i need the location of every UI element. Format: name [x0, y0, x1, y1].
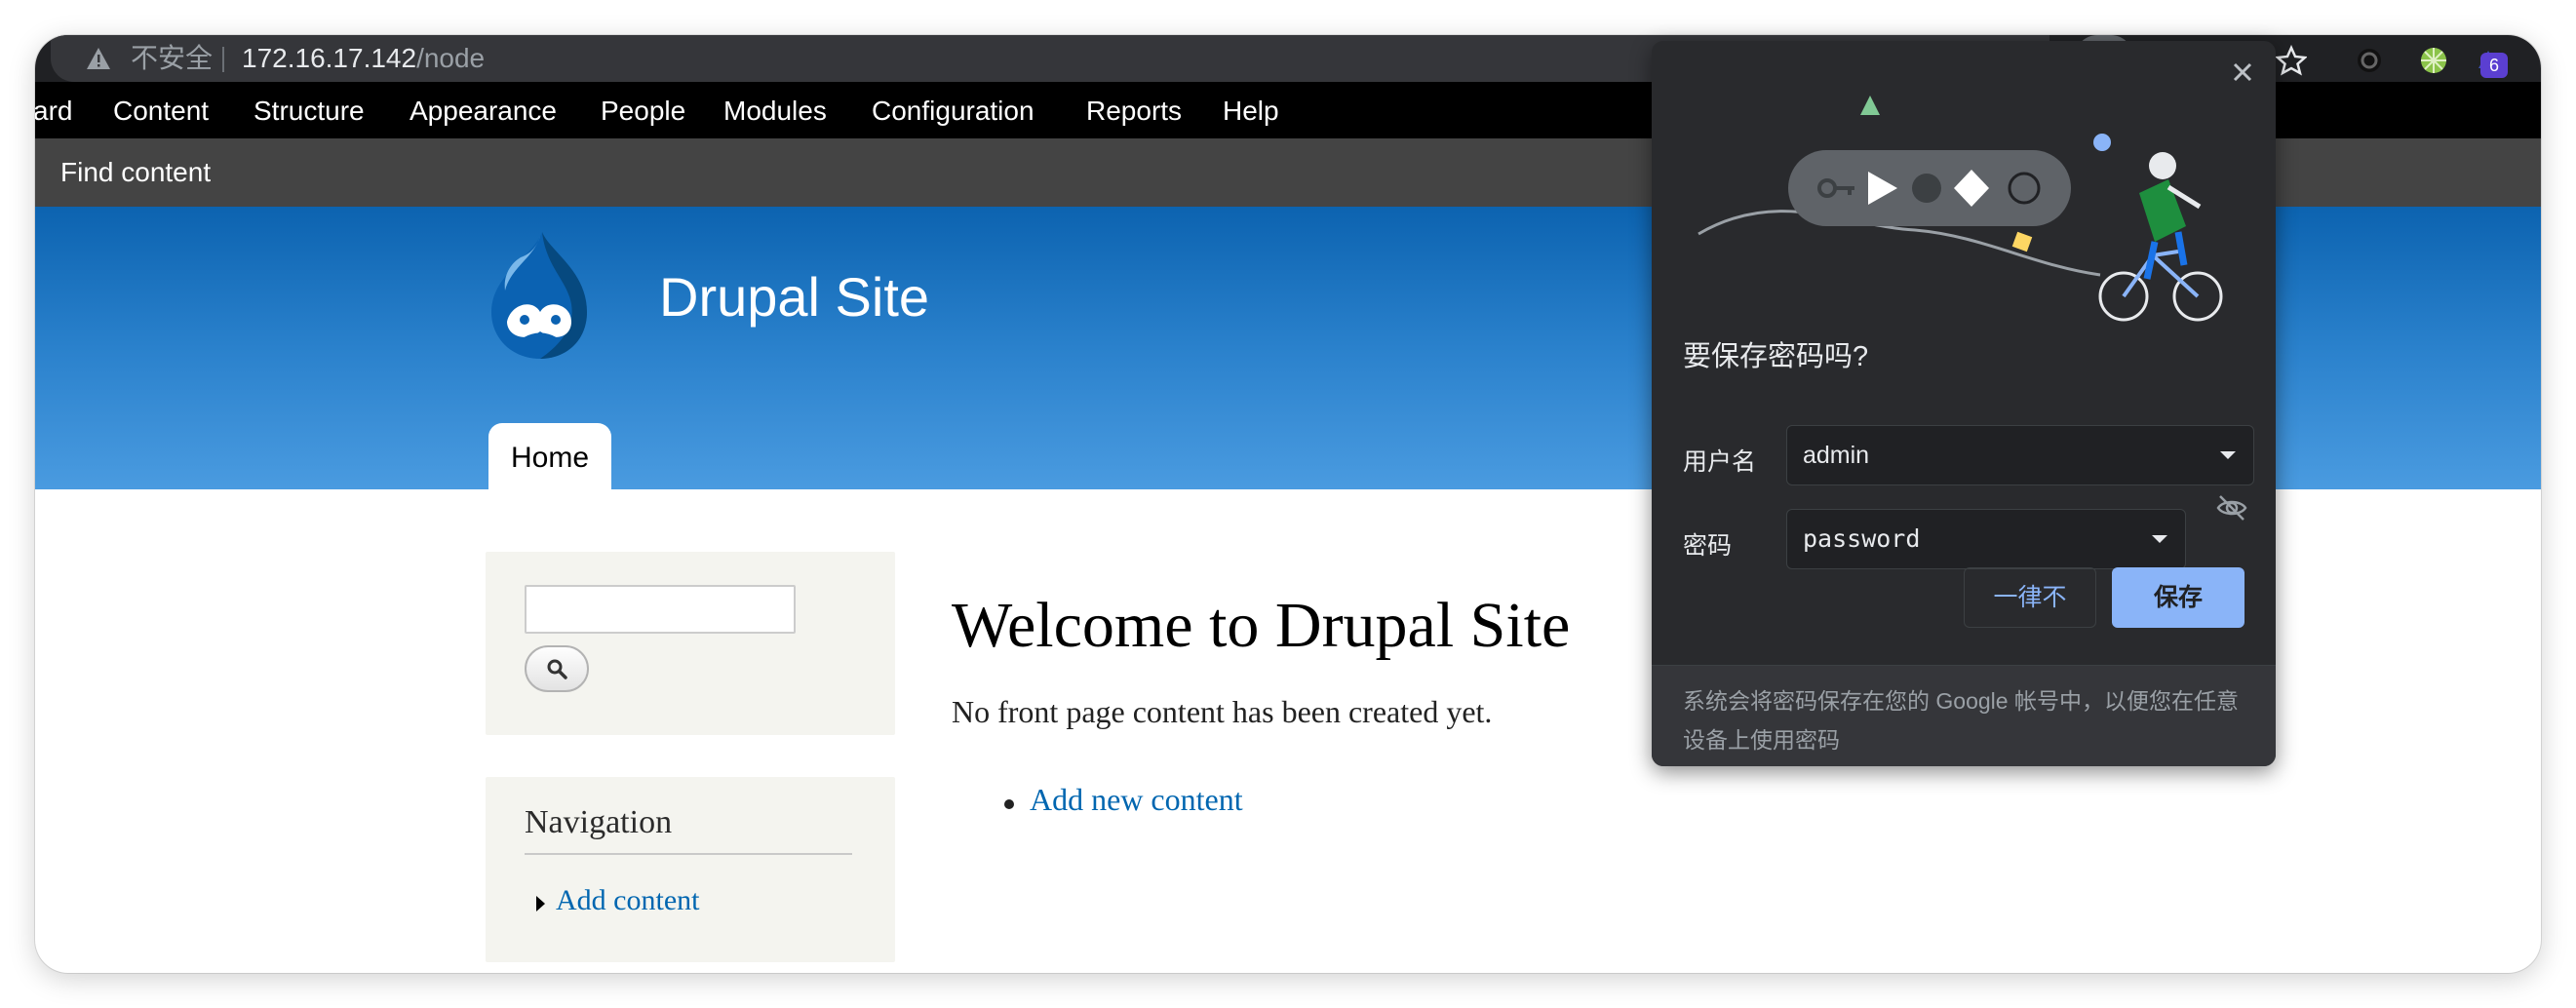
- toolbar-dashboard[interactable]: ard: [35, 82, 72, 138]
- extension-badge: 6: [2480, 53, 2508, 78]
- list-bullet: [1004, 799, 1014, 809]
- search-icon: [547, 659, 567, 679]
- toolbar-modules[interactable]: Modules: [723, 82, 827, 138]
- toolbar-reports[interactable]: Reports: [1086, 82, 1182, 138]
- search-block: [486, 552, 895, 735]
- save-password-dialog: 要保存密码吗? 用户名 admin 密码 password 一律不 保存 系统会…: [1652, 41, 2276, 766]
- toolbar-appearance[interactable]: Appearance: [410, 82, 557, 138]
- url-path: /node: [416, 43, 486, 73]
- password-value: password: [1803, 524, 1921, 553]
- url-host: 172.16.17.142: [242, 43, 417, 73]
- password-label: 密码: [1683, 532, 1733, 560]
- insecure-label: 不安全: [131, 43, 214, 73]
- password-illustration: [1698, 96, 2223, 322]
- toolbar-structure[interactable]: Structure: [254, 82, 365, 138]
- chevron-down-icon: [2152, 535, 2167, 543]
- warning-icon: [87, 48, 110, 69]
- password-dropdown[interactable]: password: [1786, 509, 2186, 569]
- toolbar-content[interactable]: Content: [113, 82, 209, 138]
- omnibox-separator: [222, 47, 224, 72]
- footer-text: 系统会将密码保存在您的 Google 帐号中，以便您在任意设备上使用密码: [1683, 688, 2239, 753]
- username-dropdown[interactable]: admin: [1786, 425, 2254, 485]
- save-button[interactable]: 保存: [2112, 567, 2244, 628]
- never-button[interactable]: 一律不: [1964, 567, 2096, 628]
- chevron-down-icon: [2220, 451, 2236, 459]
- url-text[interactable]: 172.16.17.142/node: [242, 41, 485, 76]
- nav-add-content-link[interactable]: Add content: [556, 884, 699, 917]
- drupal-logo[interactable]: [482, 228, 599, 365]
- eye-off-icon[interactable]: [2215, 491, 2248, 524]
- tab-home[interactable]: Home: [488, 423, 611, 491]
- collapsed-arrow-icon: [536, 896, 545, 911]
- extension-ring-icon[interactable]: [2350, 41, 2389, 80]
- shortcut-find-content[interactable]: Find content: [60, 138, 211, 207]
- search-input[interactable]: [525, 585, 796, 634]
- bookmark-star-icon[interactable]: [2272, 41, 2311, 80]
- empty-message: No front page content has been created y…: [952, 694, 1493, 729]
- extension-lime-icon[interactable]: [2414, 41, 2453, 80]
- toolbar-configuration[interactable]: Configuration: [872, 82, 1034, 138]
- toolbar-help[interactable]: Help: [1223, 82, 1279, 138]
- search-button[interactable]: [525, 645, 589, 692]
- site-name[interactable]: Drupal Site: [659, 265, 929, 330]
- page-title: Welcome to Drupal Site: [952, 590, 1571, 661]
- dialog-title: 要保存密码吗?: [1683, 341, 1869, 372]
- toolbar-people[interactable]: People: [601, 82, 685, 138]
- navigation-block: Navigation Add content: [486, 777, 895, 962]
- navigation-title: Navigation: [525, 804, 852, 855]
- username-value: admin: [1803, 442, 1870, 469]
- username-label: 用户名: [1683, 448, 1757, 476]
- dialog-footer: 系统会将密码保存在您的 Google 帐号中，以便您在任意设备上使用密码: [1652, 665, 2276, 766]
- add-new-content-link[interactable]: Add new content: [1030, 782, 1243, 818]
